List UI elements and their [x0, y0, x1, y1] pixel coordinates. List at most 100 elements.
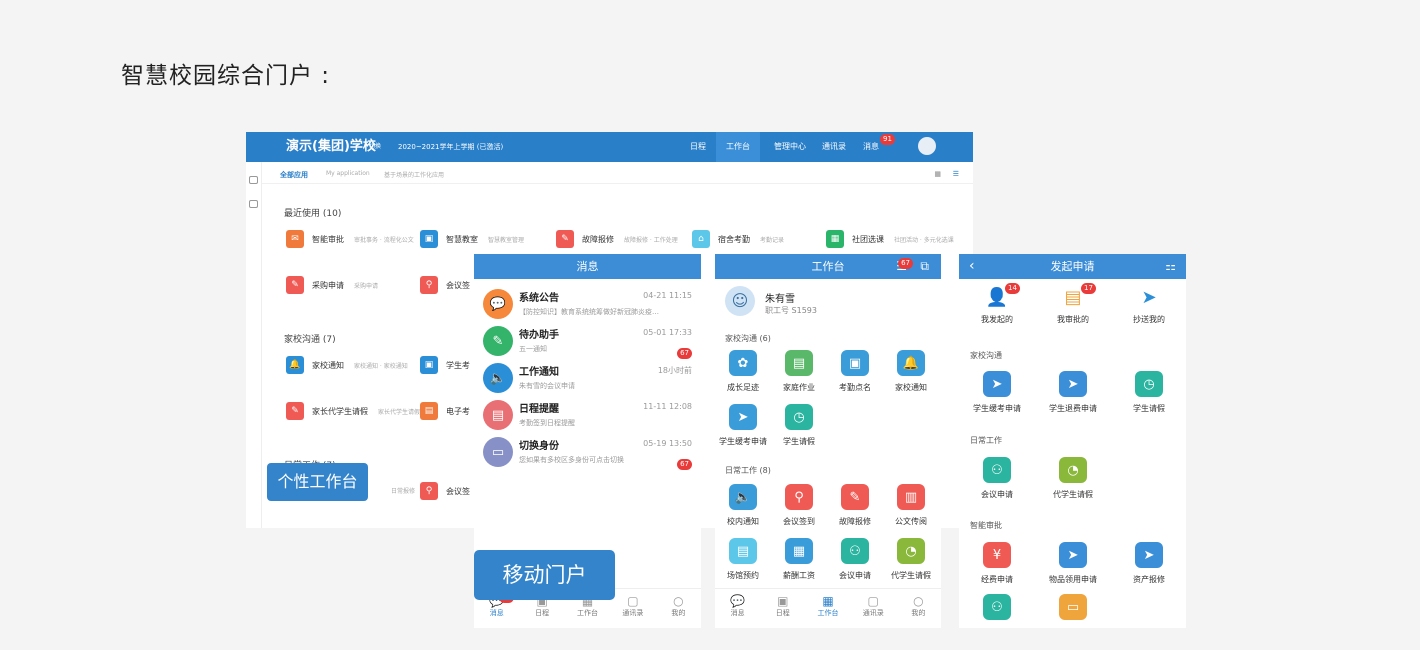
user-avatar[interactable] — [918, 137, 936, 155]
tab-label: 消息 — [730, 609, 745, 617]
message-item[interactable]: ✎ 待办助手 五一通知 05-01 17:33 67 — [474, 320, 701, 359]
grid-app-icon: ➤ — [983, 371, 1011, 397]
message-type-icon: ▭ — [483, 437, 513, 467]
grid-app-2[interactable]: ✎ 故障报修 — [825, 484, 885, 527]
tab-icon: ▦ — [822, 594, 834, 608]
workbench-badge: 67 — [898, 258, 913, 269]
apps-grid-icon[interactable]: ⚏ — [1165, 254, 1176, 279]
apply-summary-0[interactable]: 👤 我发起的 14 — [967, 283, 1027, 325]
grid-app-3[interactable]: ▥ 公文传阅 — [881, 484, 941, 527]
grid-app-4[interactable]: ▤ 场馆预约 — [715, 538, 773, 581]
desktop-app-4[interactable]: ▦ 社团选课 社团活动 · 多元化选课 — [826, 230, 954, 248]
grid-app-icon: 🔈 — [729, 484, 757, 510]
app-icon: ▦ — [826, 230, 844, 248]
grid-app-1[interactable]: ◔ 代学生请假 — [1043, 457, 1103, 500]
apply-summary-1[interactable]: ▤ 我审批的 17 — [1043, 283, 1103, 325]
grid-app-5[interactable]: ◷ 学生请假 — [769, 404, 829, 447]
tab-0[interactable]: 💬 消息 — [715, 589, 760, 628]
grid-app-1[interactable]: ⚲ 会议签到 — [769, 484, 829, 527]
workbench-group-home-school: 家校沟通 (6) — [725, 334, 771, 343]
tab-2[interactable]: ▦ 工作台 — [805, 589, 850, 628]
grid-app-2[interactable]: ➤ 资产报修 — [1119, 542, 1179, 585]
message-item[interactable]: 🔈 工作通知 朱有雪的会议申请 18小时前 — [474, 357, 701, 394]
nav-contacts[interactable]: 通讯录 — [822, 132, 846, 162]
tab-my-application[interactable]: My application — [326, 170, 370, 177]
list-view-icon[interactable]: ☰ — [953, 170, 959, 178]
grid-app-label: 学生请假 — [1133, 404, 1165, 413]
semester-selector[interactable]: 2020~2021学年上学期 (已激活) — [398, 132, 503, 162]
grid-app-1[interactable]: ➤ 物品领用申请 — [1043, 542, 1103, 585]
message-type-icon: ▤ — [483, 400, 513, 430]
grid-app-0[interactable]: ✿ 成长足迹 — [715, 350, 773, 393]
grid-app-0[interactable]: ¥ 经费申请 — [967, 542, 1027, 585]
grid-app-5[interactable]: ▦ 薪酬工资 — [769, 538, 829, 581]
tab-icon: ▢ — [627, 594, 639, 608]
grid-app-1[interactable]: ▤ 家庭作业 — [769, 350, 829, 393]
nav-workbench[interactable]: 工作台 — [716, 132, 760, 162]
message-time: 18小时前 — [657, 366, 692, 375]
desktop-app-0[interactable]: ✉ 智能审批 审批事务 · 流程化公文 — [286, 230, 414, 248]
grid-app-4[interactable]: ▭ — [1043, 594, 1103, 626]
grid-app-label: 会议申请 — [839, 571, 871, 580]
tab-1[interactable]: ▣ 日程 — [760, 589, 805, 628]
grid-app-4[interactable]: ➤ 学生缓考申请 — [715, 404, 773, 447]
desktop-app-2[interactable]: ✎ 故障报修 故障报修 · 工作处理 — [556, 230, 678, 248]
grid-app-3[interactable]: 🔔 家校通知 — [881, 350, 941, 393]
desktop-app-0[interactable]: ⚲ 会议签 — [420, 482, 480, 500]
summary-icon: ➤ — [1141, 287, 1157, 308]
message-item[interactable]: ▭ 切换身份 您如果有多校区多身份可点击切换 05-19 13:50 67 — [474, 431, 701, 470]
grid-app-3[interactable]: ⚇ — [967, 594, 1027, 626]
tab-3[interactable]: ▢ 通讯录 — [851, 589, 896, 628]
nav-schedule[interactable]: 日程 — [690, 132, 706, 162]
switch-school-link[interactable]: 切换 — [369, 132, 381, 162]
grid-app-icon: ✿ — [729, 350, 757, 376]
grid-app-icon: ▥ — [897, 484, 925, 510]
user-avatar-icon[interactable]: ☺ — [725, 286, 755, 316]
desktop-app-3[interactable]: ⌂ 宿舍考勤 考勤记录 — [692, 230, 784, 248]
grid-app-0[interactable]: ➤ 学生缓考申请 — [967, 371, 1027, 414]
grid-icon[interactable] — [249, 200, 258, 208]
desktop-app-0[interactable]: 🔔 家校通知 家校通知 · 家校通知 — [286, 356, 408, 374]
tab-all-apps[interactable]: 全部应用 — [280, 170, 308, 180]
grid-app-7[interactable]: ◔ 代学生请假 — [881, 538, 941, 581]
tab-4[interactable]: ○ 我的 — [656, 589, 701, 628]
desktop-app-5[interactable]: ✎ 采购申请 采购申请 — [286, 276, 378, 294]
tab-label: 日程 — [535, 609, 550, 617]
message-time: 11-11 12:08 — [643, 402, 692, 411]
subnav-hint: 基于场景的工作化应用 — [384, 172, 445, 179]
page-title: 智慧校园综合门户 : — [121, 63, 331, 89]
desktop-app-2[interactable]: ✎ 家长代学生请假 家长代学生请假 — [286, 402, 420, 420]
grid-app-2[interactable]: ▣ 考勤点名 — [825, 350, 885, 393]
user-name: 朱有雪 — [765, 294, 795, 305]
grid-app-label: 代学生请假 — [891, 571, 931, 580]
tab-label: 通讯录 — [862, 609, 884, 617]
back-icon[interactable]: ‹ — [969, 254, 975, 279]
grid-app-label: 成长足迹 — [727, 383, 759, 392]
nav-message-badge: 91 — [880, 134, 895, 145]
app-label: 采购申请 — [312, 280, 344, 290]
message-preview: 考勤签到日程提醒 — [519, 419, 575, 427]
tab-icon: ▢ — [867, 594, 879, 608]
chat-icon[interactable] — [249, 176, 258, 184]
tab-label: 工作台 — [817, 609, 839, 617]
grid-app-6[interactable]: ⚇ 会议申请 — [825, 538, 885, 581]
grid-app-0[interactable]: 🔈 校内通知 — [715, 484, 773, 527]
app-icon: ✎ — [286, 276, 304, 294]
message-list: 💬 系统公告 【防控知识】教育系统统筹做好新冠肺炎疫… 04-21 11:15 ✎ 待办助… — [474, 279, 701, 470]
desktop-app-1[interactable]: ▣ 智慧教室 智慧教室管理 — [420, 230, 524, 248]
nav-admin[interactable]: 管理中心 — [774, 132, 806, 162]
message-item[interactable]: 💬 系统公告 【防控知识】教育系统统筹做好新冠肺炎疫… 04-21 11:15 — [474, 283, 701, 320]
grid-app-2[interactable]: ◷ 学生请假 — [1119, 371, 1179, 414]
tab-3[interactable]: ▢ 通讯录 — [610, 589, 655, 628]
message-item[interactable]: ▤ 日程提醒 考勤签到日程提醒 11-11 12:08 — [474, 394, 701, 431]
grid-app-0[interactable]: ⚇ 会议申请 — [967, 457, 1027, 500]
desktop-app-1[interactable]: ▣ 学生考 — [420, 356, 480, 374]
apply-summary-2[interactable]: ➤ 抄送我的 — [1119, 286, 1179, 325]
grid-app-1[interactable]: ➤ 学生退费申请 — [1043, 371, 1103, 414]
desktop-app-6[interactable]: ⚲ 会议签 — [420, 276, 480, 294]
grid-view-icon[interactable]: ▦ — [934, 170, 941, 178]
tab-4[interactable]: ○ 我的 — [896, 589, 941, 628]
edit-icon[interactable]: ⧉ — [920, 254, 929, 279]
desktop-app-3[interactable]: ▤ 电子考 — [420, 402, 480, 420]
nav-messages[interactable]: 消息 — [863, 132, 879, 162]
